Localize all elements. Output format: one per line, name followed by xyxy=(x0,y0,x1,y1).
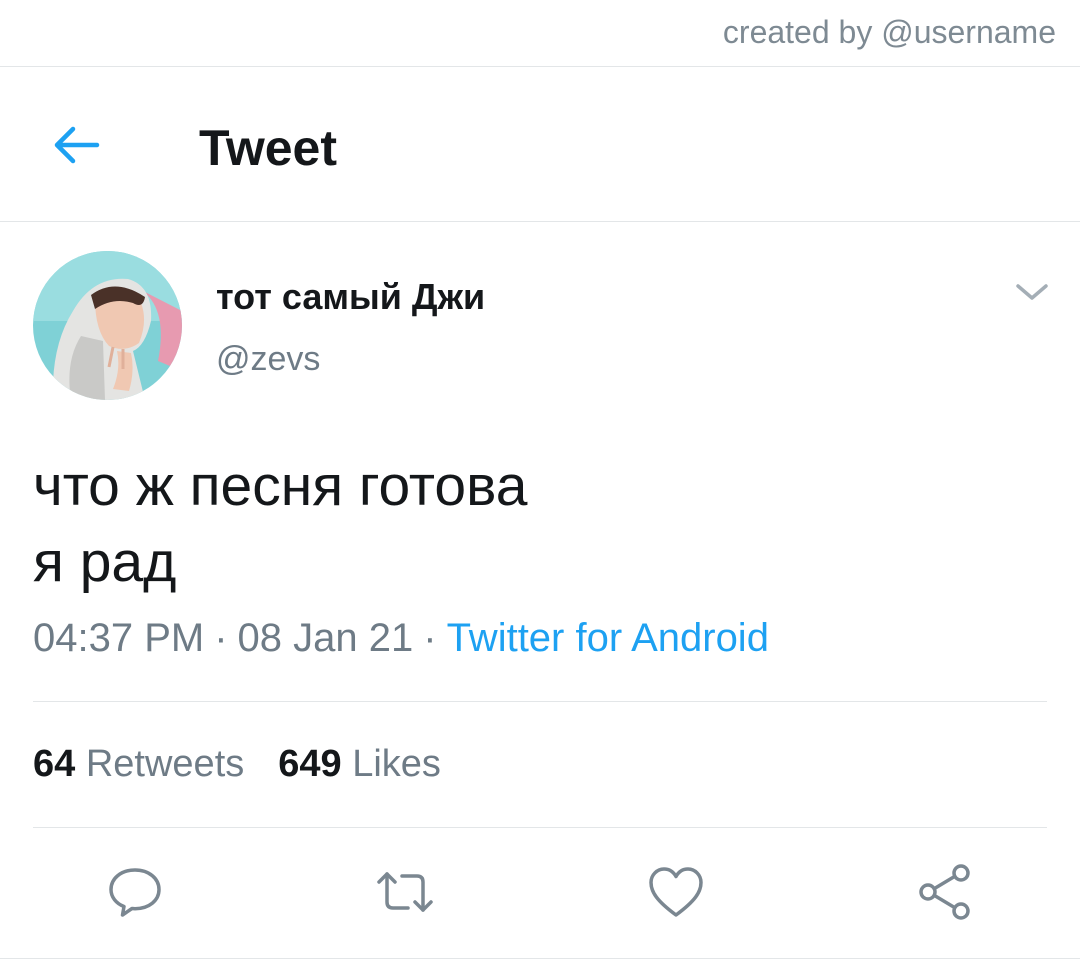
tweet-text-line: я рад xyxy=(33,530,177,594)
tweet-text: что ж песня готова я рад xyxy=(33,448,527,600)
likes-stat[interactable]: 649 Likes xyxy=(278,743,441,786)
divider xyxy=(33,701,1047,702)
meta-separator: · xyxy=(214,616,228,660)
like-button[interactable] xyxy=(646,862,706,922)
tweet-time: 04:37 PM xyxy=(33,616,205,660)
retweets-label: Retweets xyxy=(85,743,245,785)
tweet-detail-screen: created by @username Tweet тот самый Джи… xyxy=(0,0,1080,976)
avatar[interactable] xyxy=(33,251,182,400)
likes-count: 649 xyxy=(278,743,342,785)
bottom-divider xyxy=(0,958,1080,959)
retweets-stat[interactable]: 64 Retweets xyxy=(33,743,244,786)
tweet-menu-button[interactable] xyxy=(1010,274,1054,310)
author-handle[interactable]: @zevs xyxy=(216,340,320,379)
tweet-meta: 04:37 PM · 08 Jan 21 · Twitter for Android xyxy=(33,616,769,661)
tweet-stats: 64 Retweets 649 Likes xyxy=(33,743,441,786)
credit-bar: created by @username xyxy=(0,0,1080,67)
share-icon xyxy=(919,864,970,920)
page-title: Tweet xyxy=(199,120,337,176)
meta-separator: · xyxy=(423,616,437,660)
likes-label: Likes xyxy=(352,743,441,785)
chevron-down-icon xyxy=(1016,284,1048,300)
retweet-button[interactable] xyxy=(375,862,435,922)
retweet-icon xyxy=(377,872,433,912)
share-button[interactable] xyxy=(915,862,975,922)
tweet-source-link[interactable]: Twitter for Android xyxy=(447,616,769,660)
divider xyxy=(33,827,1047,828)
tweet-date: 08 Jan 21 xyxy=(237,616,414,660)
tweet-text-line: что ж песня готова xyxy=(33,454,528,518)
heart-icon xyxy=(649,867,703,917)
author-display-name[interactable]: тот самый Джи xyxy=(216,276,485,318)
retweets-count: 64 xyxy=(33,743,76,785)
avatar-image xyxy=(33,251,182,400)
reply-icon xyxy=(109,868,161,917)
reply-button[interactable] xyxy=(105,862,165,922)
app-header: Tweet xyxy=(0,67,1080,222)
credit-text: created by @username xyxy=(722,14,1056,50)
arrow-left-icon xyxy=(54,126,100,164)
back-button[interactable] xyxy=(46,117,106,173)
